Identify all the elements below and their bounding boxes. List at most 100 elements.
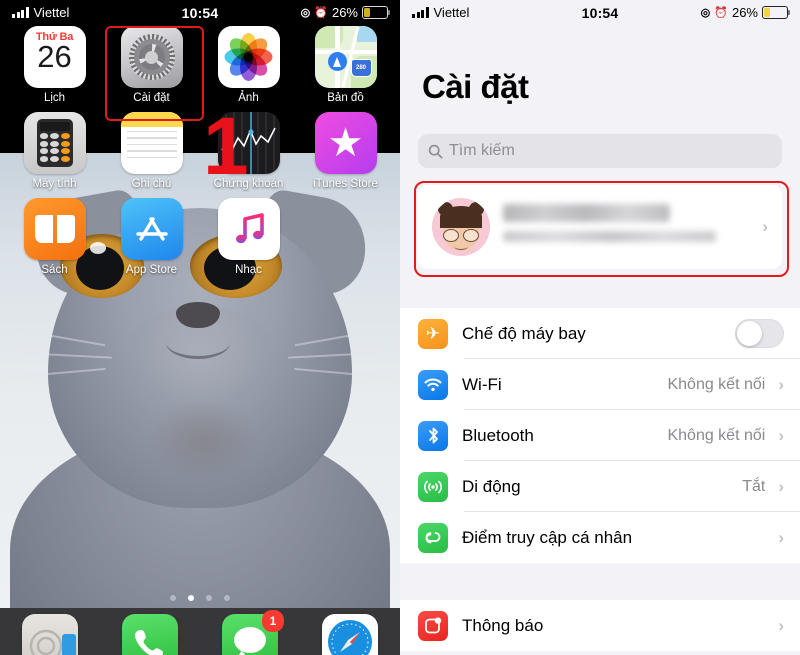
calendar-icon: Thứ Ba 26 <box>23 26 86 88</box>
row-label: Điểm truy cập cá nhân <box>462 527 633 547</box>
notes-icon <box>120 112 183 174</box>
app-icon-app-store[interactable]: App Store <box>110 198 194 276</box>
app-icon-settings[interactable]: Cài đặt <box>110 26 194 104</box>
safari-icon <box>322 614 378 655</box>
alarm-icon: ⏰ <box>714 7 728 19</box>
memoji-avatar-icon <box>432 198 490 256</box>
battery-percent-label: 26% <box>731 5 758 20</box>
step-marker-1: 1 <box>203 101 249 192</box>
app-label: Ghi chú <box>131 178 172 190</box>
row-label: Chế độ máy bay <box>462 323 586 343</box>
phone-icon <box>122 614 178 655</box>
chevron-right-icon: › <box>778 476 784 496</box>
settings-group-notifications: Thông báo › <box>400 600 800 651</box>
row-value: Không kết nối <box>667 426 766 444</box>
app-label: Cài đặt <box>133 92 170 104</box>
maps-icon: 280 <box>314 26 377 88</box>
settings-gear-icon <box>120 26 183 88</box>
search-input[interactable]: Tìm kiếm <box>418 134 782 168</box>
dock-item-messages[interactable]: 1 <box>208 610 292 655</box>
settings-row-notifications[interactable]: Thông báo › <box>400 600 800 651</box>
app-store-icon <box>120 198 183 260</box>
right-status-bar: Viettel 10:54 ◎ ⏰ 26% <box>400 0 800 25</box>
app-icon-notes[interactable]: Ghi chú <box>110 112 194 190</box>
rotation-lock-icon: ◎ <box>700 7 711 19</box>
app-grid: Thứ Ba 26 Lịch Cài đặt Ảnh 280 Bản đồ Má… <box>0 26 400 284</box>
dock-item-phone[interactable] <box>108 614 192 655</box>
chevron-right-icon: › <box>778 425 784 445</box>
app-row-3: Sách App Store Nhạc <box>0 198 400 276</box>
left-status-bar: Viettel 10:54 ◎ ⏰ 26% <box>0 0 400 25</box>
right-phone-settings-screen: Viettel 10:54 ◎ ⏰ 26% Cài đặt Tìm kiếm ›… <box>400 0 800 655</box>
chevron-right-icon: › <box>778 374 784 394</box>
search-placeholder: Tìm kiếm <box>449 142 515 159</box>
row-label: Thông báo <box>462 615 544 635</box>
cellular-icon <box>418 471 448 502</box>
messages-badge: 1 <box>262 610 284 632</box>
apple-id-card[interactable]: › <box>418 185 782 269</box>
app-icon-music[interactable]: Nhạc <box>207 198 291 276</box>
books-icon <box>23 198 86 260</box>
airplane-mode-toggle[interactable] <box>735 319 784 348</box>
app-icon-books[interactable]: Sách <box>13 198 97 276</box>
chevron-right-icon: › <box>778 527 784 547</box>
battery-icon <box>362 5 391 20</box>
settings-group-connectivity: ✈ Chế độ máy bay Wi-Fi Không kết nối › B… <box>400 308 800 563</box>
app-label: Nhạc <box>235 264 262 276</box>
maps-route-shield: 280 <box>350 59 372 77</box>
row-value: Tắt <box>742 477 766 495</box>
app-label: Lịch <box>43 92 66 104</box>
app-label: Máy tính <box>32 178 77 190</box>
dock: 1 <box>0 608 400 655</box>
page-title: Cài đặt <box>422 68 529 105</box>
maps-location-pin-icon <box>327 52 347 71</box>
app-icon-maps[interactable]: 280 Bản đồ <box>304 26 388 104</box>
page-indicator-dots[interactable] <box>0 595 400 601</box>
settings-row-personal-hotspot[interactable]: Điểm truy cập cá nhân › <box>400 512 800 563</box>
personal-hotspot-icon <box>418 522 448 553</box>
calculator-icon <box>23 112 86 174</box>
itunes-store-icon: ★ <box>314 112 377 174</box>
app-icon-calendar[interactable]: Thứ Ba 26 Lịch <box>13 26 97 104</box>
battery-percent-label: 26% <box>331 5 358 20</box>
chevron-right-icon: › <box>762 217 768 236</box>
settings-row-wifi[interactable]: Wi-Fi Không kết nối › <box>400 359 800 410</box>
bluetooth-icon <box>418 420 448 451</box>
dock-item-safari[interactable] <box>308 614 392 655</box>
app-label: Sách <box>41 264 68 276</box>
dual-screenshot-container: Viettel 10:54 ◎ ⏰ 26% Thứ Ba 26 Lịch Cài… <box>0 0 800 655</box>
alarm-icon: ⏰ <box>314 7 328 19</box>
rotation-lock-icon: ◎ <box>300 7 311 19</box>
dock-item-find-my[interactable] <box>8 614 92 655</box>
wifi-icon <box>418 369 448 400</box>
app-label: App Store <box>125 264 178 276</box>
settings-row-cellular[interactable]: Di động Tắt › <box>400 461 800 512</box>
find-my-icon <box>22 614 78 655</box>
apple-id-name-redacted <box>503 203 671 222</box>
row-value: Không kết nối <box>667 375 766 393</box>
apple-id-text-block <box>503 203 756 251</box>
app-row-1: Thứ Ba 26 Lịch Cài đặt Ảnh 280 Bản đồ <box>0 26 400 104</box>
app-icon-photos[interactable]: Ảnh <box>207 26 291 104</box>
left-phone-home-screen: Viettel 10:54 ◎ ⏰ 26% Thứ Ba 26 Lịch Cài… <box>0 0 400 655</box>
row-label: Di động <box>462 476 521 496</box>
settings-group-gap <box>400 563 800 600</box>
app-icon-itunes-store[interactable]: ★ iTunes Store <box>304 112 388 190</box>
music-icon <box>217 198 280 260</box>
app-label: iTunes Store <box>313 178 378 190</box>
apple-id-subtitle-redacted <box>503 230 716 242</box>
app-label: Bản đồ <box>327 92 364 104</box>
app-row-2: Máy tính Ghi chú Chứng khoán ★ iTunes St… <box>0 112 400 190</box>
battery-icon <box>762 5 791 20</box>
calendar-date: 26 <box>37 39 72 74</box>
airplane-icon: ✈ <box>418 318 448 349</box>
chevron-right-icon: › <box>778 615 784 635</box>
search-icon <box>428 144 443 159</box>
notifications-icon <box>418 610 448 641</box>
app-icon-calculator[interactable]: Máy tính <box>13 112 97 190</box>
settings-row-bluetooth[interactable]: Bluetooth Không kết nối › <box>400 410 800 461</box>
row-label: Wi-Fi <box>462 374 502 394</box>
settings-row-airplane-mode[interactable]: ✈ Chế độ máy bay <box>400 308 800 359</box>
row-label: Bluetooth <box>462 425 534 445</box>
photos-icon <box>217 26 280 88</box>
